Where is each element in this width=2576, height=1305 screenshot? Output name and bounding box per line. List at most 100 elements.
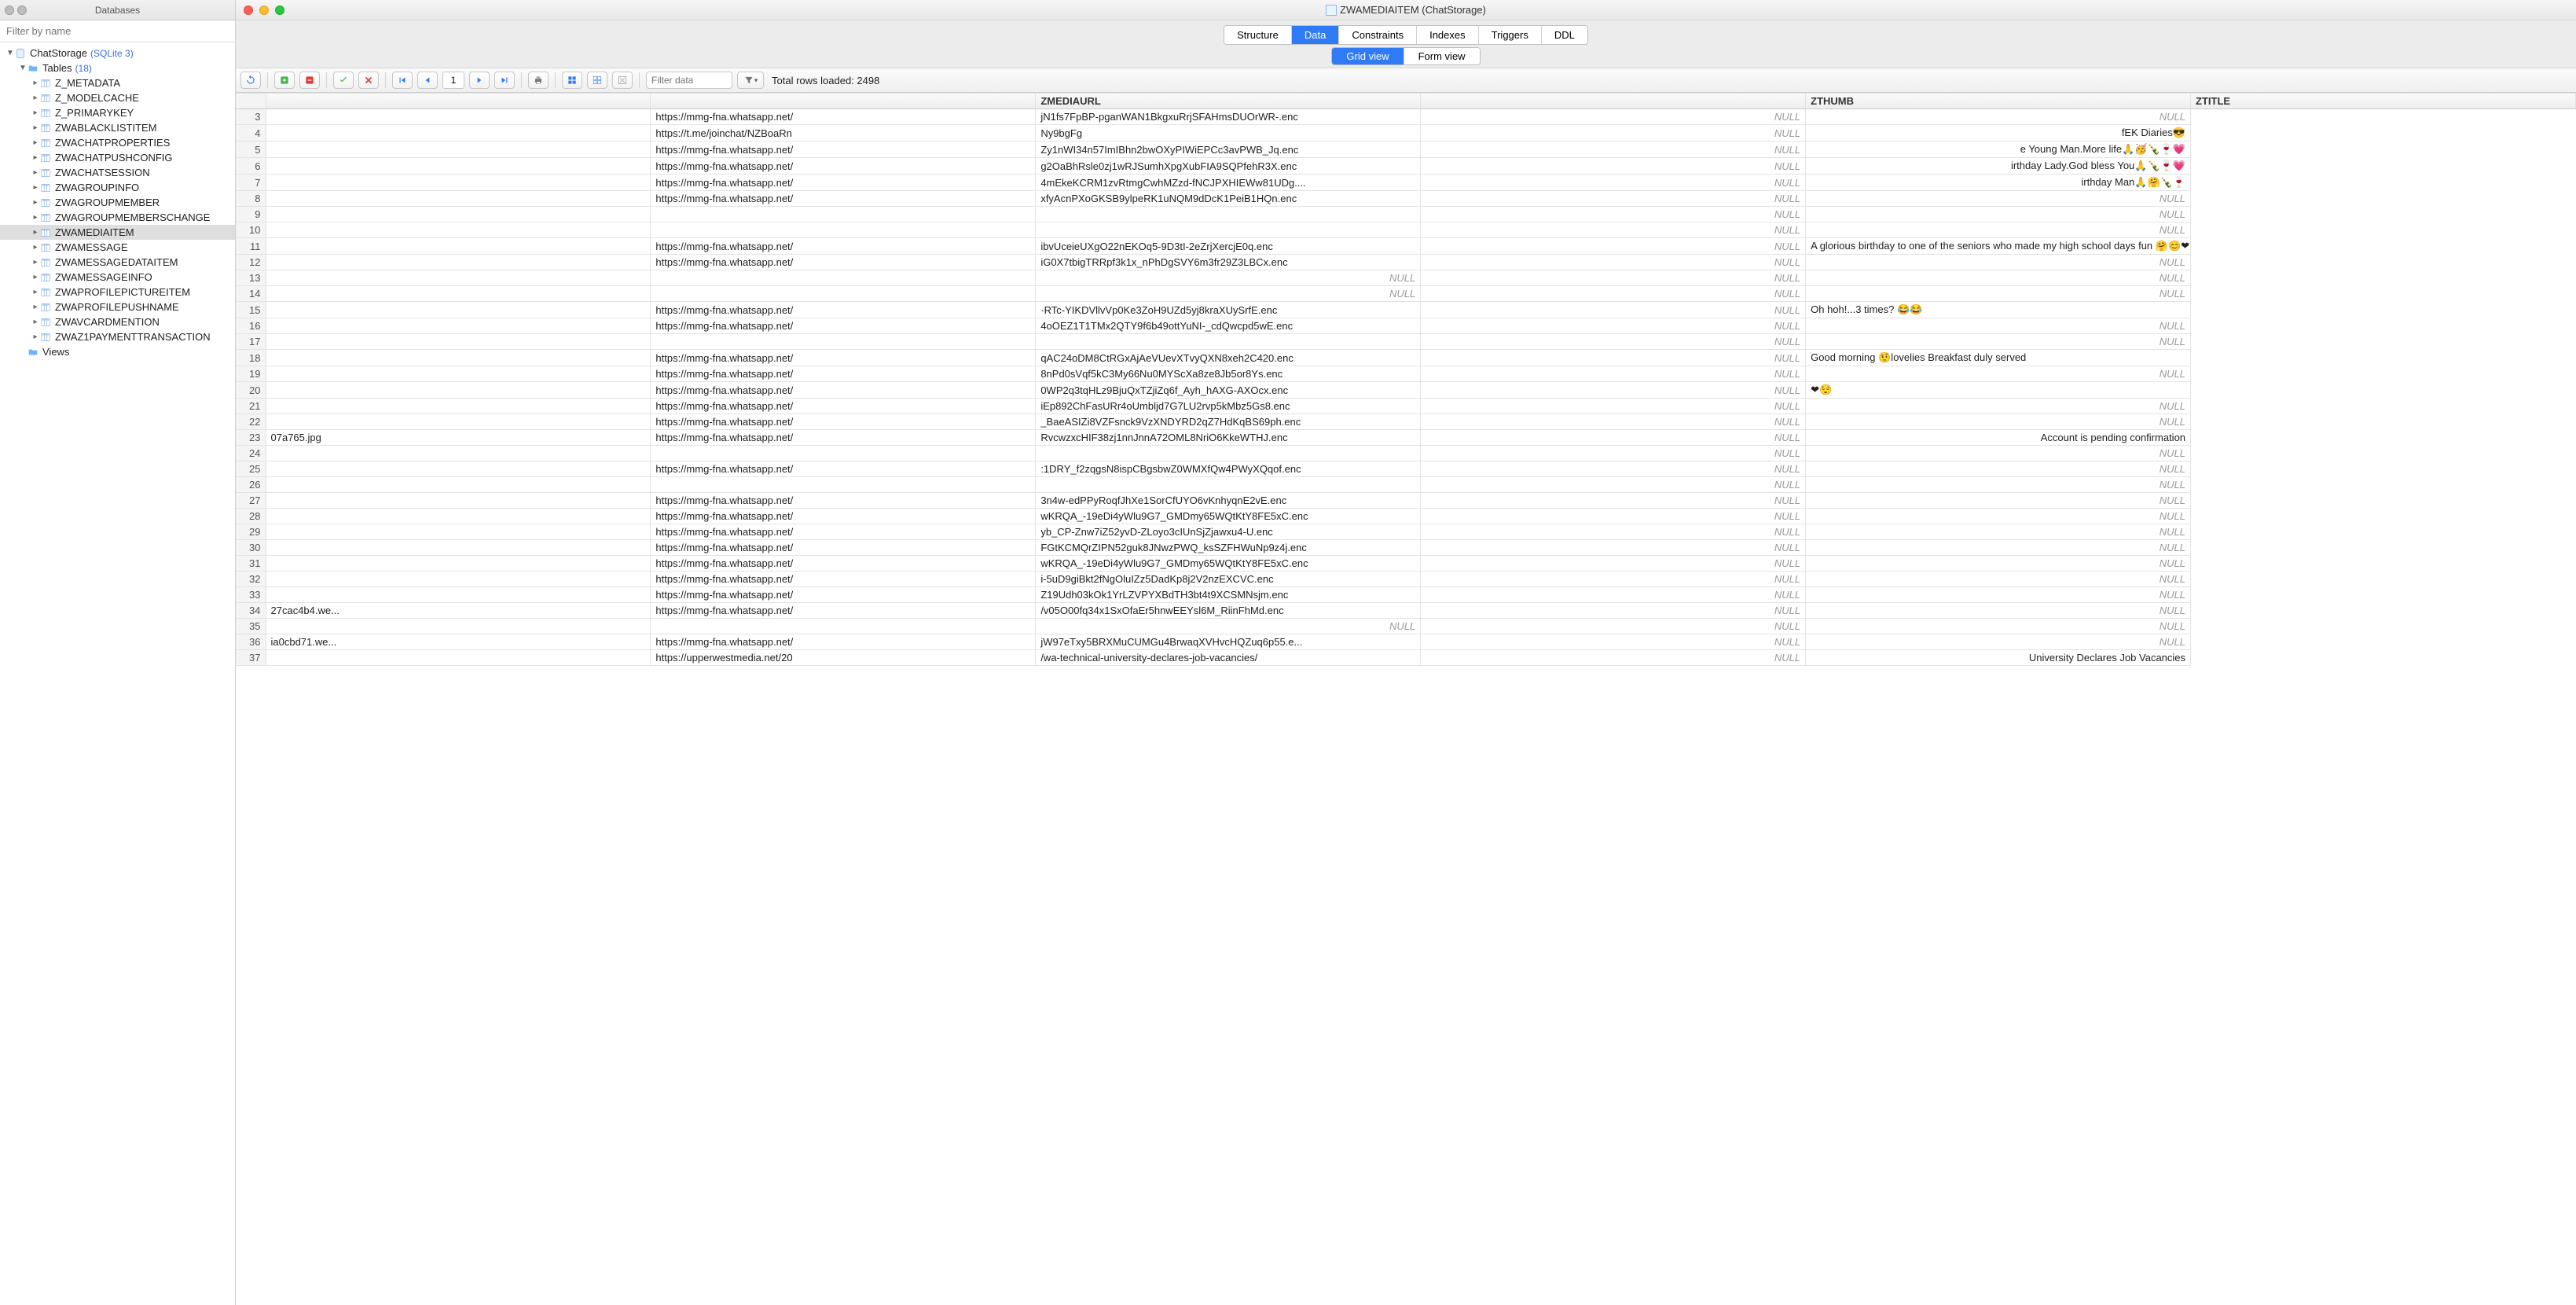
print-button[interactable] bbox=[528, 72, 549, 89]
tab-constraints[interactable]: Constraints bbox=[1339, 26, 1417, 44]
table-row[interactable]: 16https://mmg-fna.whatsapp.net/4oOEZ1T1T… bbox=[236, 318, 2576, 334]
table-row[interactable]: 21https://mmg-fna.whatsapp.net/iEp892ChF… bbox=[236, 399, 2576, 414]
refresh-button[interactable] bbox=[240, 72, 261, 89]
column-header[interactable] bbox=[1421, 94, 1806, 109]
table-row[interactable]: 2307a765.jpghttps://mmg-fna.whatsapp.net… bbox=[236, 430, 2576, 446]
close-icon[interactable] bbox=[244, 6, 253, 15]
table-row[interactable]: 28https://mmg-fna.whatsapp.net/wKRQA_-19… bbox=[236, 509, 2576, 524]
column-header[interactable] bbox=[266, 94, 651, 109]
table-row[interactable]: 7https://mmg-fna.whatsapp.net/4mEkeKCRM1… bbox=[236, 175, 2576, 191]
subtab-grid-view[interactable]: Grid view bbox=[1332, 48, 1404, 64]
table-row[interactable]: 10NULLNULL bbox=[236, 222, 2576, 238]
tab-structure[interactable]: Structure bbox=[1224, 26, 1292, 44]
databases-title: Databases bbox=[0, 5, 235, 16]
table-row[interactable]: 3427cac4b4.we...https://mmg-fna.whatsapp… bbox=[236, 603, 2576, 619]
total-rows-label: Total rows loaded: 2498 bbox=[772, 75, 879, 86]
table-row[interactable]: 6https://mmg-fna.whatsapp.net/g2OaBhRsle… bbox=[236, 158, 2576, 175]
clear-button[interactable] bbox=[612, 72, 633, 89]
table-node-zwamessagedataitem[interactable]: ▸ZWAMESSAGEDATAITEM bbox=[0, 255, 235, 270]
table-node-zwagroupmemberschange[interactable]: ▸ZWAGROUPMEMBERSCHANGE bbox=[0, 210, 235, 225]
left-window-controls[interactable] bbox=[0, 6, 27, 15]
next-page-button[interactable] bbox=[469, 72, 490, 89]
database-icon bbox=[14, 47, 27, 60]
table-row[interactable]: 13NULLNULLNULL bbox=[236, 270, 2576, 286]
select-all-button[interactable] bbox=[562, 72, 582, 89]
table-node-zwachatpushconfig[interactable]: ▸ZWACHATPUSHCONFIG bbox=[0, 150, 235, 165]
table-row[interactable]: 22https://mmg-fna.whatsapp.net/_BaeASIZi… bbox=[236, 414, 2576, 430]
minimize-icon[interactable] bbox=[259, 6, 269, 15]
table-row[interactable]: 36ia0cbd71.we...https://mmg-fna.whatsapp… bbox=[236, 634, 2576, 650]
delete-row-button[interactable] bbox=[299, 72, 320, 89]
column-header[interactable]: ZTHUMB bbox=[1806, 94, 2191, 109]
table-node-zwablacklistitem[interactable]: ▸ZWABLACKLISTITEM bbox=[0, 120, 235, 135]
table-row[interactable]: 31https://mmg-fna.whatsapp.net/wKRQA_-19… bbox=[236, 556, 2576, 572]
add-row-button[interactable] bbox=[274, 72, 295, 89]
database-node[interactable]: ▼ChatStorage(SQLite 3) bbox=[0, 46, 235, 61]
table-row[interactable]: 20https://mmg-fna.whatsapp.net/0WP2q3tqH… bbox=[236, 382, 2576, 399]
table-node-z_modelcache[interactable]: ▸Z_MODELCACHE bbox=[0, 90, 235, 105]
tab-indexes[interactable]: Indexes bbox=[1417, 26, 1479, 44]
table-row[interactable]: 35NULLNULLNULL bbox=[236, 619, 2576, 634]
deselect-button[interactable] bbox=[587, 72, 607, 89]
tab-ddl[interactable]: DDL bbox=[1542, 26, 1587, 44]
table-row[interactable]: 33https://mmg-fna.whatsapp.net/Z19Udh03k… bbox=[236, 587, 2576, 603]
table-row[interactable]: 19https://mmg-fna.whatsapp.net/8nPd0sVqf… bbox=[236, 366, 2576, 382]
tab-data[interactable]: Data bbox=[1292, 26, 1339, 44]
table-row[interactable]: 12https://mmg-fna.whatsapp.net/iG0X7tbig… bbox=[236, 255, 2576, 270]
subtab-form-view[interactable]: Form view bbox=[1404, 48, 1480, 64]
table-node-zwamessage[interactable]: ▸ZWAMESSAGE bbox=[0, 240, 235, 255]
table-row[interactable]: 29https://mmg-fna.whatsapp.net/yb_CP-Znw… bbox=[236, 524, 2576, 540]
table-row[interactable]: 9NULLNULL bbox=[236, 207, 2576, 222]
table-row[interactable]: 26NULLNULL bbox=[236, 477, 2576, 493]
table-node-zwagroupmember[interactable]: ▸ZWAGROUPMEMBER bbox=[0, 195, 235, 210]
first-page-button[interactable] bbox=[392, 72, 413, 89]
last-page-button[interactable] bbox=[494, 72, 515, 89]
page-input[interactable] bbox=[442, 72, 464, 89]
table-node-zwaz1paymenttransaction[interactable]: ▸ZWAZ1PAYMENTTRANSACTION bbox=[0, 329, 235, 344]
filter-by-name-input[interactable] bbox=[3, 23, 232, 39]
prev-page-button[interactable] bbox=[417, 72, 438, 89]
table-row[interactable]: 14NULLNULLNULL bbox=[236, 286, 2576, 302]
rownum-header[interactable] bbox=[236, 94, 266, 109]
table-node-zwamediaitem[interactable]: ▸ZWAMEDIAITEM bbox=[0, 225, 235, 240]
filter-menu-button[interactable]: ▾ bbox=[737, 72, 764, 89]
traffic-lights[interactable] bbox=[236, 6, 284, 15]
table-row[interactable]: 24NULLNULL bbox=[236, 446, 2576, 461]
table-node-zwamessageinfo[interactable]: ▸ZWAMESSAGEINFO bbox=[0, 270, 235, 285]
zoom-icon[interactable] bbox=[275, 6, 284, 15]
table-row[interactable]: 11https://mmg-fna.whatsapp.net/ibvUceieU… bbox=[236, 238, 2576, 255]
table-row[interactable]: 3https://mmg-fna.whatsapp.net/jN1fs7FpBP… bbox=[236, 109, 2576, 125]
rollback-button[interactable] bbox=[358, 72, 379, 89]
table-node-zwavcardmention[interactable]: ▸ZWAVCARDMENTION bbox=[0, 314, 235, 329]
table-node-zwachatsession[interactable]: ▸ZWACHATSESSION bbox=[0, 165, 235, 180]
main-tabs[interactable]: StructureDataConstraintsIndexesTriggersD… bbox=[1224, 25, 1588, 45]
table-node-z_primarykey[interactable]: ▸Z_PRIMARYKEY bbox=[0, 105, 235, 120]
table-row[interactable]: 27https://mmg-fna.whatsapp.net/3n4w-edPP… bbox=[236, 493, 2576, 509]
table-row[interactable]: 17NULLNULL bbox=[236, 334, 2576, 350]
data-grid[interactable]: ZMEDIAURL ZTHUMBZTITLE 3https://mmg-fna.w… bbox=[236, 93, 2576, 1305]
table-row[interactable]: 5https://mmg-fna.whatsapp.net/Zy1nWI34n5… bbox=[236, 142, 2576, 158]
table-row[interactable]: 8https://mmg-fna.whatsapp.net/xfyAcnPXoG… bbox=[236, 191, 2576, 207]
table-row[interactable]: 18https://mmg-fna.whatsapp.net/qAC24oDM8… bbox=[236, 350, 2576, 366]
table-row[interactable]: 25https://mmg-fna.whatsapp.net/:1DRY_f2z… bbox=[236, 461, 2576, 477]
table-row[interactable]: 15https://mmg-fna.whatsapp.net/·RTc-YIKD… bbox=[236, 302, 2576, 318]
table-row[interactable]: 30https://mmg-fna.whatsapp.net/FGtKCMQrZ… bbox=[236, 540, 2576, 556]
tables-folder[interactable]: ▼Tables(18) bbox=[0, 61, 235, 75]
table-row[interactable]: 4https://t.me/joinchat/NZBoaRnNy9bgFgNUL… bbox=[236, 125, 2576, 142]
view-tabs[interactable]: Grid viewForm view bbox=[1331, 47, 1480, 65]
table-row[interactable]: 37https://upperwestmedia.net/20/wa-techn… bbox=[236, 650, 2576, 666]
filter-data-input[interactable] bbox=[646, 72, 732, 89]
column-header[interactable]: ZTITLE bbox=[2191, 94, 2576, 109]
commit-button[interactable] bbox=[333, 72, 354, 89]
column-header[interactable] bbox=[651, 94, 1036, 109]
tab-triggers[interactable]: Triggers bbox=[1479, 26, 1542, 44]
table-node-zwaprofilepictureitem[interactable]: ▸ZWAPROFILEPICTUREITEM bbox=[0, 285, 235, 300]
database-tree[interactable]: ▼ChatStorage(SQLite 3)▼Tables(18)▸Z_META… bbox=[0, 42, 235, 1305]
table-node-zwagroupinfo[interactable]: ▸ZWAGROUPINFO bbox=[0, 180, 235, 195]
table-row[interactable]: 32https://mmg-fna.whatsapp.net/i-5uD9giB… bbox=[236, 572, 2576, 587]
views-folder[interactable]: Views bbox=[0, 344, 235, 359]
table-node-z_metadata[interactable]: ▸Z_METADATA bbox=[0, 75, 235, 90]
table-node-zwaprofilepushname[interactable]: ▸ZWAPROFILEPUSHNAME bbox=[0, 300, 235, 314]
column-header[interactable]: ZMEDIAURL bbox=[1036, 94, 1421, 109]
table-node-zwachatproperties[interactable]: ▸ZWACHATPROPERTIES bbox=[0, 135, 235, 150]
